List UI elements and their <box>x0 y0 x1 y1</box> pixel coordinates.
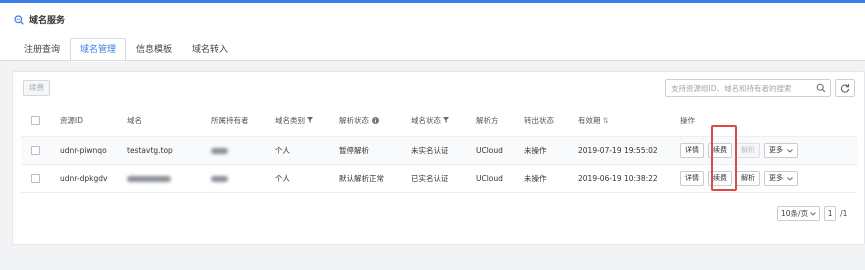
more-dropdown-label: 更多 <box>769 174 783 182</box>
page-title: 域名服务 <box>14 13 65 26</box>
sort-icon[interactable]: ⇅ <box>603 116 609 125</box>
tab-domain-management[interactable]: 域名管理 <box>70 38 127 62</box>
expiry-date: 2019-06-19 10:38:22 <box>578 174 658 183</box>
more-dropdown[interactable]: 更多 <box>764 143 798 158</box>
domain-category: 个人 <box>275 146 290 155</box>
row-actions: 详情 续费 解析 更多 <box>680 165 802 192</box>
column-header-id: 资源ID <box>60 115 83 125</box>
filter-icon[interactable] <box>443 117 449 123</box>
row-checkbox[interactable] <box>31 174 40 183</box>
column-header-domain: 域名 <box>127 115 142 125</box>
more-dropdown[interactable]: 更多 <box>764 171 798 186</box>
resolve-button[interactable]: 解析 <box>736 143 760 158</box>
domain-service-icon <box>14 14 24 25</box>
holder-redacted <box>211 137 228 164</box>
holder-redacted <box>211 165 228 192</box>
tab-domain-transfer-in[interactable]: 域名转入 <box>182 38 238 62</box>
column-header-expiry: 有效期 ⇅ <box>578 108 609 132</box>
detail-button[interactable]: 详情 <box>680 171 704 186</box>
select-all-checkbox-cell <box>31 108 40 132</box>
domain-list-panel: 续费 资源ID 域名 所属持有者 域名类别 解析状态 域名状态 <box>12 71 865 245</box>
column-header-resolver: 解析方 <box>476 115 499 125</box>
column-header-domain-status-label: 域名状态 <box>411 115 441 125</box>
batch-renew-button[interactable]: 续费 <box>23 80 50 96</box>
column-header-category-label: 域名类别 <box>275 115 305 125</box>
column-header-actions: 操作 <box>680 115 695 125</box>
column-header-category: 域名类别 <box>275 108 313 132</box>
column-header-resolve-status: 解析状态 <box>339 108 379 132</box>
domain-name-redacted <box>127 165 171 192</box>
domain-status: 已实名认证 <box>411 174 449 183</box>
page-total: /1 <box>840 209 848 218</box>
row-checkbox-cell <box>31 137 40 164</box>
column-header-holder: 所属持有者 <box>211 115 249 125</box>
search-input[interactable] <box>666 80 813 96</box>
page-size-label: 10条/页 <box>781 209 809 218</box>
resolver: UCloud <box>476 174 503 183</box>
search-icon[interactable] <box>816 83 826 93</box>
annotation-highlight-box <box>711 125 737 191</box>
tab-register-query[interactable]: 注册查询 <box>14 38 70 62</box>
filter-icon[interactable] <box>307 117 313 123</box>
row-actions: 详情 续费 解析 更多 <box>680 137 802 164</box>
resolve-status: 默认解析正常 <box>339 174 384 183</box>
tab-divider <box>0 60 865 61</box>
chevron-down-icon <box>787 176 793 181</box>
chevron-down-icon <box>810 211 816 216</box>
domain-status: 未实名认证 <box>411 146 449 155</box>
expiry-date: 2019-07-19 19:55:02 <box>578 146 658 155</box>
domain-name: testavtg.top <box>127 146 173 155</box>
transfer-status: 未操作 <box>524 174 547 183</box>
select-all-checkbox[interactable] <box>31 115 40 125</box>
detail-button[interactable]: 详情 <box>680 143 704 158</box>
page-size-select[interactable]: 10条/页 <box>777 206 821 221</box>
redaction-blur <box>127 175 171 182</box>
page-header: 域名服务 注册查询 域名管理 信息模板 域名转入 <box>0 3 865 62</box>
info-icon[interactable] <box>372 116 379 124</box>
resource-id: udnr-piwnqo <box>60 146 107 155</box>
tab-info-template[interactable]: 信息模板 <box>126 38 182 62</box>
resolve-status: 暂停解析 <box>339 146 369 155</box>
resolve-button[interactable]: 解析 <box>736 171 760 186</box>
domain-category: 个人 <box>275 174 290 183</box>
page-number-input[interactable]: 1 <box>824 206 837 221</box>
tab-bar: 注册查询 域名管理 信息模板 域名转入 <box>14 38 238 62</box>
more-dropdown-label: 更多 <box>769 146 783 154</box>
row-checkbox[interactable] <box>31 146 40 155</box>
resolver: UCloud <box>476 146 503 155</box>
refresh-button[interactable] <box>835 79 855 97</box>
column-header-resolve-status-label: 解析状态 <box>339 115 369 125</box>
column-header-domain-status: 域名状态 <box>411 108 449 132</box>
redaction-blur <box>211 175 228 182</box>
chevron-down-icon <box>787 148 793 153</box>
redaction-blur <box>211 147 228 154</box>
row-checkbox-cell <box>31 165 40 192</box>
pagination: 10条/页 1 /1 <box>777 206 847 221</box>
column-header-transfer-status: 转出状态 <box>524 115 554 125</box>
refresh-icon <box>840 84 850 93</box>
resource-id: udnr-dpkgdv <box>60 174 108 183</box>
transfer-status: 未操作 <box>524 146 547 155</box>
search-box <box>665 79 831 97</box>
column-header-expiry-label: 有效期 <box>578 115 601 125</box>
page-title-text: 域名服务 <box>29 16 66 26</box>
